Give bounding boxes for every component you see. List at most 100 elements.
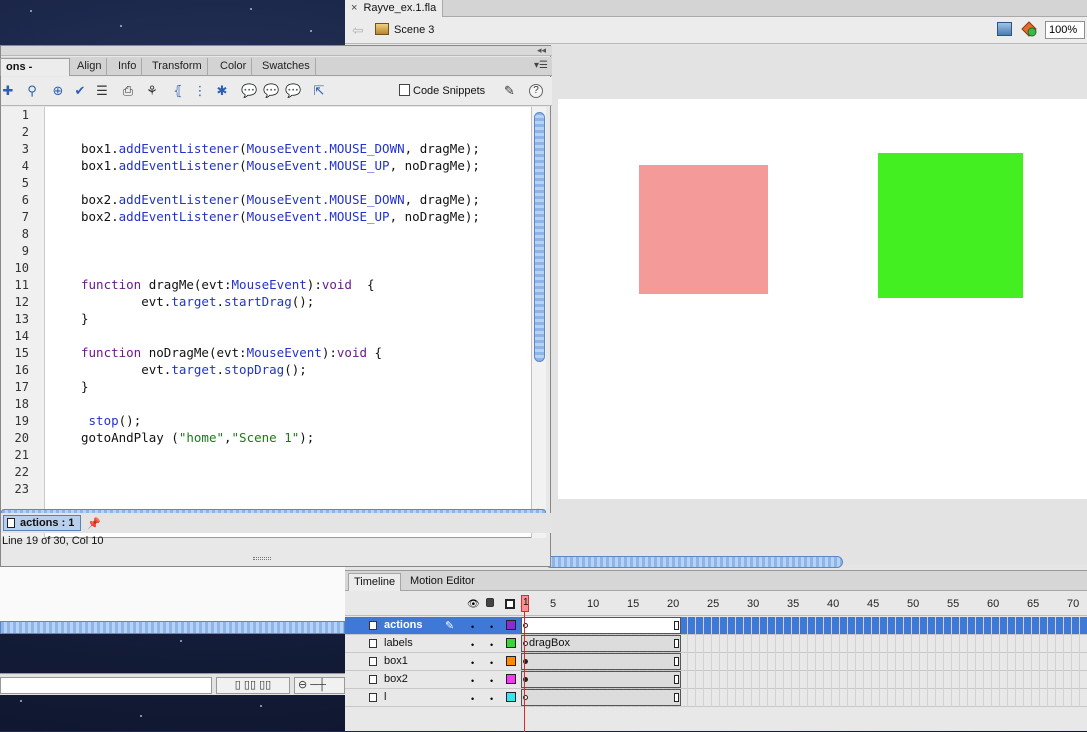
outline-color-swatch[interactable] bbox=[506, 692, 516, 702]
frame-number: 55 bbox=[947, 598, 960, 610]
pin-script-icon[interactable]: 📌 bbox=[87, 517, 101, 530]
layer-row-box1[interactable]: box1 • • bbox=[345, 653, 1087, 671]
tab-transform[interactable]: Transform bbox=[147, 58, 208, 76]
document-tab-title: Rayve_ex.1.fla bbox=[363, 2, 437, 14]
script-navigator: actions : 1 📌 bbox=[1, 513, 552, 533]
layer-name[interactable]: box2 bbox=[384, 673, 408, 685]
back-arrow-icon[interactable]: ⇦ bbox=[352, 22, 364, 39]
visibility-toggle[interactable]: • bbox=[471, 676, 474, 686]
frame-number: 60 bbox=[987, 598, 1000, 610]
box2-movieclip[interactable] bbox=[878, 153, 1023, 298]
tab-actions-frame[interactable]: ons - Frame bbox=[0, 58, 70, 90]
outline-color-swatch[interactable] bbox=[506, 674, 516, 684]
layer-name[interactable]: box1 bbox=[384, 655, 408, 667]
line-number: 6 bbox=[21, 193, 29, 207]
lock-toggle[interactable]: • bbox=[490, 640, 493, 650]
target-path-icon[interactable]: ⊕ bbox=[51, 84, 65, 98]
code-line: box1.addEventListener(MouseEvent.MOUSE_U… bbox=[81, 158, 480, 173]
lock-toggle[interactable]: • bbox=[490, 694, 493, 704]
editor-vertical-scrollbar[interactable]: ▲ ▼ bbox=[531, 107, 546, 538]
visibility-toggle[interactable]: • bbox=[471, 622, 474, 632]
layer-name[interactable]: l bbox=[384, 691, 386, 703]
line-number: 14 bbox=[14, 329, 29, 343]
panel-menu-icon[interactable]: ▾☰ bbox=[534, 60, 548, 71]
line-number: 19 bbox=[14, 414, 29, 428]
find-icon[interactable]: ⚲ bbox=[25, 84, 39, 98]
script-editor[interactable]: 1 2 3 4 5 6 7 8 9 10 11 12 13 14 15 16 17 18 19 20 21 22 23 bo… bbox=[1, 107, 531, 538]
frame-number: 40 bbox=[827, 598, 840, 610]
lock-toggle[interactable]: • bbox=[490, 676, 493, 686]
frame-span[interactable] bbox=[521, 671, 681, 688]
actions-panel: ◂◂ ons - Frame Align Info Transform Colo… bbox=[0, 45, 552, 567]
help-icon[interactable]: ? bbox=[529, 84, 543, 98]
stage[interactable] bbox=[558, 99, 1087, 499]
apply-line-comment-icon[interactable]: 💬 bbox=[263, 84, 279, 98]
line-number: 17 bbox=[14, 380, 29, 394]
show-hide-toolbox-icon[interactable]: ⇱ bbox=[312, 84, 326, 98]
expand-all-icon[interactable]: ✱ bbox=[215, 84, 229, 98]
frame-span[interactable] bbox=[521, 617, 681, 634]
tab-align[interactable]: Align bbox=[72, 58, 108, 76]
edit-scene-icon[interactable] bbox=[997, 22, 1012, 36]
view-mode-buttons[interactable]: ▯ ▯▯ ▯▯ bbox=[216, 677, 290, 694]
tab-info[interactable]: Info bbox=[113, 58, 143, 76]
layer-row-labels[interactable]: labels • • dragBox bbox=[345, 635, 1087, 653]
debug-options-icon[interactable]: ⚘ bbox=[145, 84, 159, 98]
edit-symbol-icon[interactable] bbox=[1021, 21, 1037, 37]
tab-swatches[interactable]: Swatches bbox=[257, 58, 316, 76]
scene-icon bbox=[375, 23, 389, 35]
stage-horizontal-scrollbar[interactable] bbox=[545, 556, 843, 568]
lock-toggle[interactable]: • bbox=[490, 658, 493, 668]
layer-icon bbox=[369, 693, 377, 702]
eye-icon[interactable]: 👁 bbox=[467, 599, 480, 610]
zoom-field[interactable]: 100% bbox=[1045, 21, 1085, 39]
box1-movieclip[interactable] bbox=[639, 165, 768, 294]
layer-row-box2[interactable]: box2 • • bbox=[345, 671, 1087, 689]
visibility-toggle[interactable]: • bbox=[471, 640, 474, 650]
frame-span[interactable] bbox=[521, 653, 681, 670]
collapse-selection-icon[interactable]: ⋮ bbox=[193, 84, 207, 98]
add-statement-icon[interactable]: ✚ bbox=[1, 84, 15, 98]
code-snippets-icon bbox=[399, 84, 410, 96]
frame-span[interactable] bbox=[521, 689, 681, 706]
left-lower-panel bbox=[0, 567, 345, 625]
collapse-icon[interactable]: ◂◂ bbox=[537, 45, 546, 56]
close-tab-icon[interactable]: × bbox=[351, 2, 357, 14]
code-hint-icon[interactable]: ⎙ bbox=[121, 84, 135, 98]
tab-color[interactable]: Color bbox=[215, 58, 253, 76]
document-tab[interactable]: × Rayve_ex.1.fla bbox=[345, 0, 443, 17]
lock-icon[interactable] bbox=[486, 598, 494, 607]
remove-comment-icon[interactable]: 💬 bbox=[285, 84, 301, 98]
check-syntax-icon[interactable]: ✔ bbox=[73, 84, 87, 98]
resize-grip[interactable] bbox=[253, 557, 271, 560]
tab-motion-editor[interactable]: Motion Editor bbox=[405, 573, 480, 591]
auto-format-icon[interactable]: ☰ bbox=[95, 84, 109, 98]
script-assist-wand-icon[interactable]: ✎ bbox=[504, 83, 515, 99]
panel-title-grip[interactable]: ◂◂ bbox=[1, 45, 552, 56]
lock-toggle[interactable]: • bbox=[490, 622, 493, 632]
left-input-field[interactable] bbox=[0, 677, 212, 694]
collapse-braces-icon[interactable]: ⦃ bbox=[171, 84, 185, 98]
script-tab[interactable]: actions : 1 bbox=[3, 515, 81, 531]
layer-row-actions[interactable]: actions ✎ • • bbox=[345, 617, 1087, 635]
layer-icon bbox=[369, 621, 377, 630]
scroll-thumb[interactable] bbox=[534, 112, 545, 362]
left-horizontal-scrollbar[interactable] bbox=[0, 621, 345, 634]
outline-color-swatch[interactable] bbox=[506, 620, 516, 630]
frame-ruler[interactable]: 1510152025303540455055606570 bbox=[520, 592, 1087, 616]
tab-timeline[interactable]: Timeline bbox=[348, 573, 402, 591]
line-number: 4 bbox=[21, 159, 29, 173]
zoom-out-button[interactable]: ⊖ ─┼ bbox=[294, 677, 345, 694]
layer-name[interactable]: actions bbox=[384, 619, 423, 631]
visibility-toggle[interactable]: • bbox=[471, 658, 474, 668]
outline-color-swatch[interactable] bbox=[506, 638, 516, 648]
line-number: 22 bbox=[14, 465, 29, 479]
code-line: stop(); bbox=[88, 413, 142, 428]
layer-row-l[interactable]: l • • bbox=[345, 689, 1087, 707]
outline-icon[interactable] bbox=[505, 599, 515, 609]
layer-name[interactable]: labels bbox=[384, 637, 413, 649]
outline-color-swatch[interactable] bbox=[506, 656, 516, 666]
code-snippets-button[interactable]: Code Snippets bbox=[399, 84, 485, 97]
apply-block-comment-icon[interactable]: 💬 bbox=[241, 84, 257, 98]
visibility-toggle[interactable]: • bbox=[471, 694, 474, 704]
